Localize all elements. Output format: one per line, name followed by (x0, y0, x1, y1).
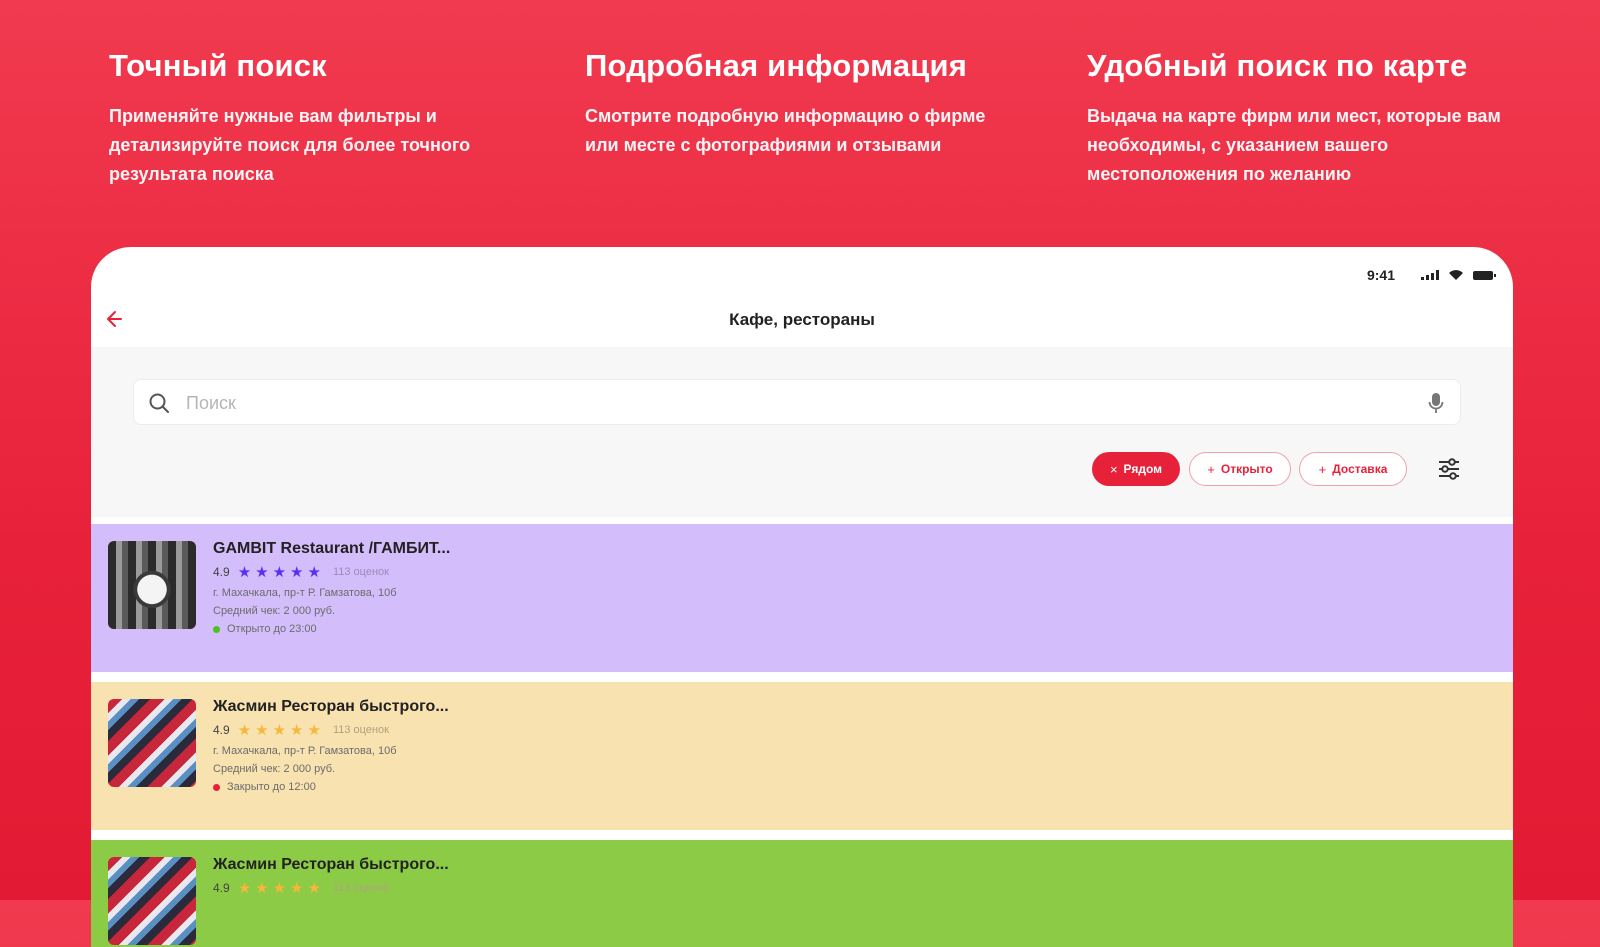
closed-status-dot (213, 783, 220, 791)
reviews-count: 113 оценок (332, 566, 389, 578)
place-name: Жасмин Ресторан быстрого... (213, 698, 449, 715)
rating-row: 4.9 ★ ★ ★ ★ ★ 113 оценок (213, 879, 449, 897)
rating-row: 4.9 ★ ★ ★ ★ ★ 113 оценок (213, 721, 449, 739)
chip-label: Рядом (1123, 462, 1163, 476)
place-status: Закрыто до 12:00 (213, 781, 449, 793)
star-icon: ★ (307, 563, 321, 581)
star-icon: ★ (272, 879, 287, 897)
star-icon: ★ (307, 879, 321, 897)
place-status: Открыто до 23:00 (213, 623, 450, 635)
feature-text: Применяйте нужные вам фильтры и детализи… (109, 106, 471, 184)
plus-icon: + (1207, 461, 1215, 477)
place-name: GAMBIT Restaurant /ГАМБИТ... (213, 540, 451, 557)
place-info: Жасмин Ресторан быстрого... 4.9 ★ ★ ★ ★ … (213, 698, 449, 793)
star-icon: ★ (255, 879, 269, 897)
chip-open[interactable]: + Открыто (1189, 452, 1291, 486)
list-item[interactable]: GAMBIT Restaurant /ГАМБИТ... 4.9 ★ ★ ★ ★… (91, 524, 1513, 672)
reviews-count: 113 оценок (332, 724, 389, 736)
feature-detailed-info: Подробная информация Смотрите подробную … (585, 48, 1005, 160)
chip-label: Доставка (1332, 462, 1388, 476)
place-photo (108, 857, 196, 945)
star-icon: ★ (272, 721, 287, 739)
place-info: Жасмин Ресторан быстрого... 4.9 ★ ★ ★ ★ … (213, 856, 449, 897)
open-status-dot (213, 625, 220, 633)
feature-map-search: Удобный поиск по карте Выдача на карте ф… (1087, 48, 1507, 189)
place-info: GAMBIT Restaurant /ГАМБИТ... 4.9 ★ ★ ★ ★… (213, 540, 450, 635)
place-photo (108, 541, 196, 629)
nav-bar: Кафе, рестораны (91, 297, 1513, 345)
place-address: г. Махачкала, пр-т Р. Гамзатова, 10б (213, 745, 397, 757)
place-avg-check: Средний чек: 2 000 руб. (213, 605, 336, 617)
list-item[interactable]: Жасмин Ресторан быстрого... 4.9 ★ ★ ★ ★ … (91, 682, 1513, 830)
feature-text: Выдача на карте фирм или мест, которые в… (1087, 106, 1501, 184)
place-address: г. Махачкала, пр-т Р. Гамзатова, 10б (213, 587, 397, 599)
filter-sliders-icon[interactable] (1436, 456, 1462, 482)
page-title: Кафе, рестораны (729, 310, 875, 329)
status-text: Открыто до 23:00 (227, 623, 317, 635)
star-icon: ★ (290, 879, 304, 897)
close-icon: × (1109, 461, 1118, 477)
search-area: × Рядом + Открыто + Доставка (91, 347, 1513, 517)
star-icon: ★ (255, 721, 269, 739)
reviews-count: 113 оценок (332, 882, 389, 894)
microphone-icon[interactable] (1428, 392, 1444, 414)
star-icon: ★ (272, 563, 287, 581)
star-icon: ★ (237, 721, 252, 739)
list-item[interactable]: Жасмин Ресторан быстрого... 4.9 ★ ★ ★ ★ … (91, 840, 1513, 947)
place-avg-check: Средний чек: 2 000 руб. (213, 763, 336, 775)
rating-row: 4.9 ★ ★ ★ ★ ★ 113 оценок (213, 563, 450, 581)
feature-text: Смотрите подробную информацию о фирме ил… (585, 106, 986, 155)
search-input[interactable] (184, 388, 1388, 418)
star-icon: ★ (290, 563, 304, 581)
signal-icon (1421, 270, 1439, 280)
features-section: Точный поиск Применяйте нужные вам фильт… (0, 0, 1600, 240)
chip-label: Открыто (1220, 462, 1273, 476)
star-icon: ★ (237, 879, 252, 897)
plus-icon: + (1318, 461, 1327, 477)
place-photo (108, 699, 196, 787)
place-name: Жасмин Ресторан быстрого... (213, 856, 449, 873)
feature-title: Удобный поиск по карте (1087, 48, 1468, 83)
feature-precise-search: Точный поиск Применяйте нужные вам фильт… (109, 48, 489, 189)
filter-chips: × Рядом + Открыто + Доставка (91, 452, 1513, 488)
rating-score: 4.9 (213, 723, 230, 737)
star-icon: ★ (255, 563, 269, 581)
device-screen: 9:41 Кафе, рестораны × (91, 247, 1513, 947)
search-box[interactable] (133, 379, 1461, 425)
wifi-icon (1449, 270, 1463, 280)
star-icon: ★ (290, 721, 304, 739)
chip-delivery[interactable]: + Доставка (1299, 452, 1407, 486)
feature-title: Точный поиск (109, 48, 327, 83)
rating-score: 4.9 (213, 565, 230, 579)
star-icon: ★ (237, 563, 252, 581)
feature-title: Подробная информация (585, 48, 968, 83)
rating-score: 4.9 (213, 881, 230, 895)
battery-icon (1473, 270, 1496, 280)
search-icon (149, 393, 169, 413)
star-icon: ★ (307, 721, 321, 739)
chip-nearby[interactable]: × Рядом (1092, 452, 1180, 486)
status-bar: 9:41 (1366, 267, 1496, 283)
status-text: Закрыто до 12:00 (227, 781, 316, 793)
status-time: 9:41 (1366, 267, 1395, 283)
